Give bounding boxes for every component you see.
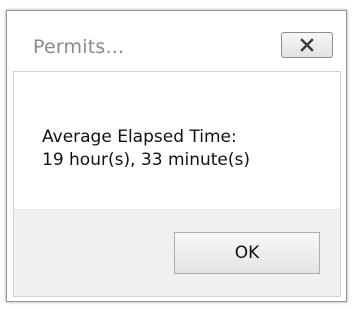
- message-line-2: 19 hour(s), 33 minute(s): [42, 150, 251, 170]
- ok-button[interactable]: OK: [174, 232, 320, 274]
- dialog-body: Average Elapsed Time: 19 hour(s), 33 min…: [13, 71, 341, 297]
- dialog-title: Permits...: [33, 36, 125, 58]
- close-icon: [300, 38, 314, 52]
- button-bar: OK: [14, 209, 340, 296]
- message-text: Average Elapsed Time: 19 hour(s), 33 min…: [42, 126, 250, 172]
- close-button[interactable]: [281, 32, 333, 58]
- title-bar[interactable]: Permits...: [7, 11, 346, 69]
- message-line-1: Average Elapsed Time:: [42, 127, 237, 147]
- message-dialog: Permits... Average Elapsed Time: 19 hour…: [6, 10, 347, 302]
